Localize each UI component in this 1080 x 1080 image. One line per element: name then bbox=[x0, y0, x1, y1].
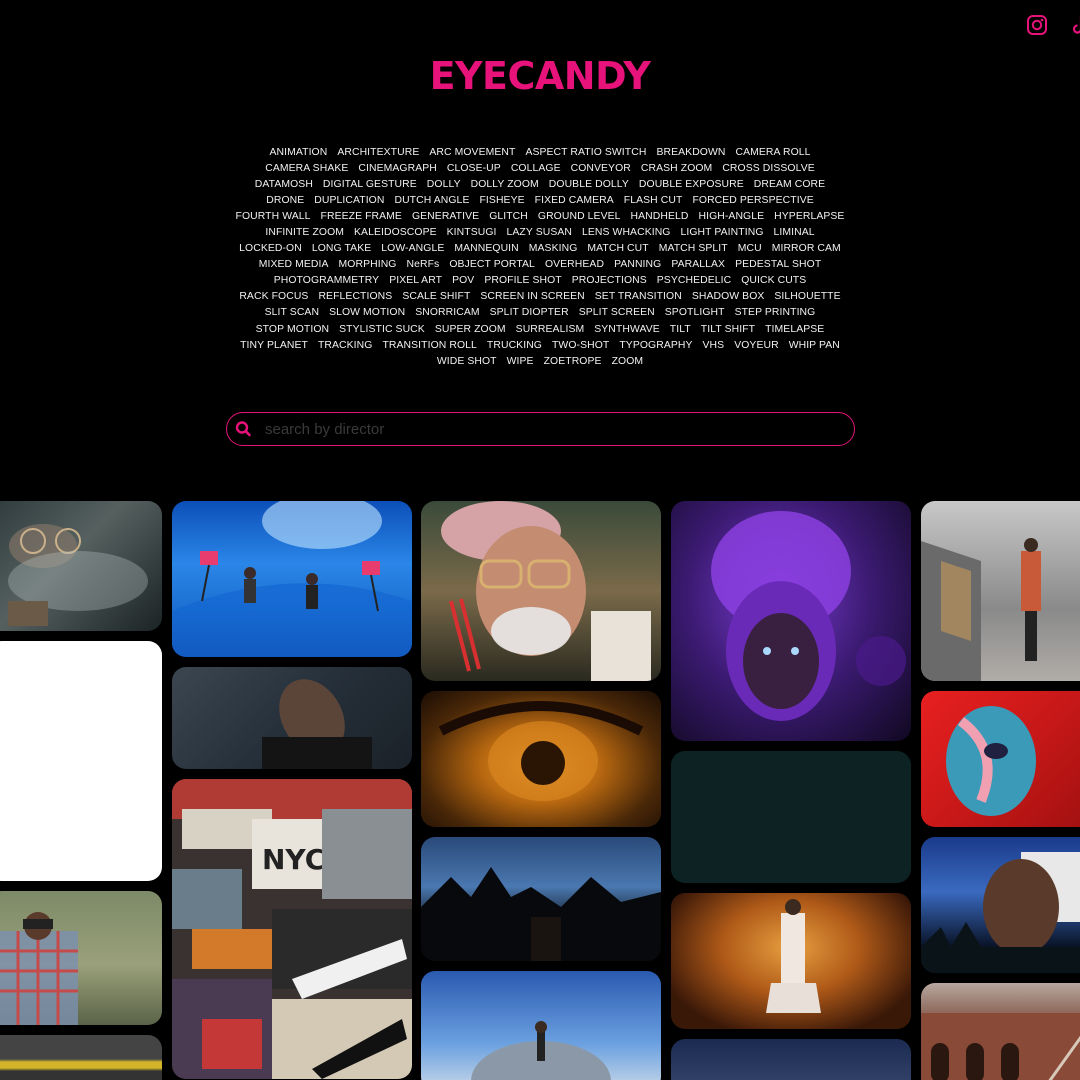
video-thumbnail[interactable] bbox=[671, 1039, 911, 1080]
video-thumbnail[interactable] bbox=[671, 501, 911, 741]
video-thumbnail[interactable] bbox=[0, 891, 162, 1025]
video-thumbnail[interactable] bbox=[921, 691, 1080, 827]
video-thumbnail[interactable] bbox=[921, 983, 1080, 1080]
svg-text:NYC: NYC bbox=[262, 843, 325, 876]
video-thumbnail[interactable] bbox=[0, 1035, 162, 1080]
video-thumbnail[interactable] bbox=[421, 971, 661, 1080]
video-thumbnail[interactable] bbox=[421, 501, 661, 681]
video-thumbnail-grid: NYC bbox=[0, 0, 1080, 1080]
video-thumbnail[interactable] bbox=[921, 837, 1080, 973]
video-thumbnail[interactable] bbox=[172, 667, 412, 769]
video-thumbnail[interactable] bbox=[0, 501, 162, 631]
video-thumbnail[interactable] bbox=[921, 501, 1080, 681]
video-thumbnail[interactable] bbox=[0, 641, 162, 881]
video-thumbnail[interactable] bbox=[671, 751, 911, 883]
video-thumbnail[interactable] bbox=[172, 501, 412, 657]
video-thumbnail[interactable] bbox=[421, 837, 661, 961]
video-thumbnail[interactable] bbox=[671, 893, 911, 1029]
video-thumbnail[interactable]: NYC bbox=[172, 779, 412, 1079]
video-thumbnail[interactable] bbox=[421, 691, 661, 827]
